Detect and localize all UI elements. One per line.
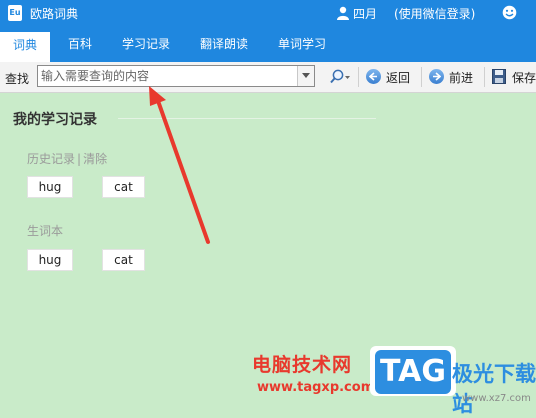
watermark-site-name: 极光下载站 [452,362,536,416]
watermark-text: 电脑技术网 [252,354,353,376]
watermark-site-url: www.xz7.com [462,393,531,404]
watermark-url: www.tagxp.com [257,380,375,395]
watermark-logo: TAG [375,350,451,394]
